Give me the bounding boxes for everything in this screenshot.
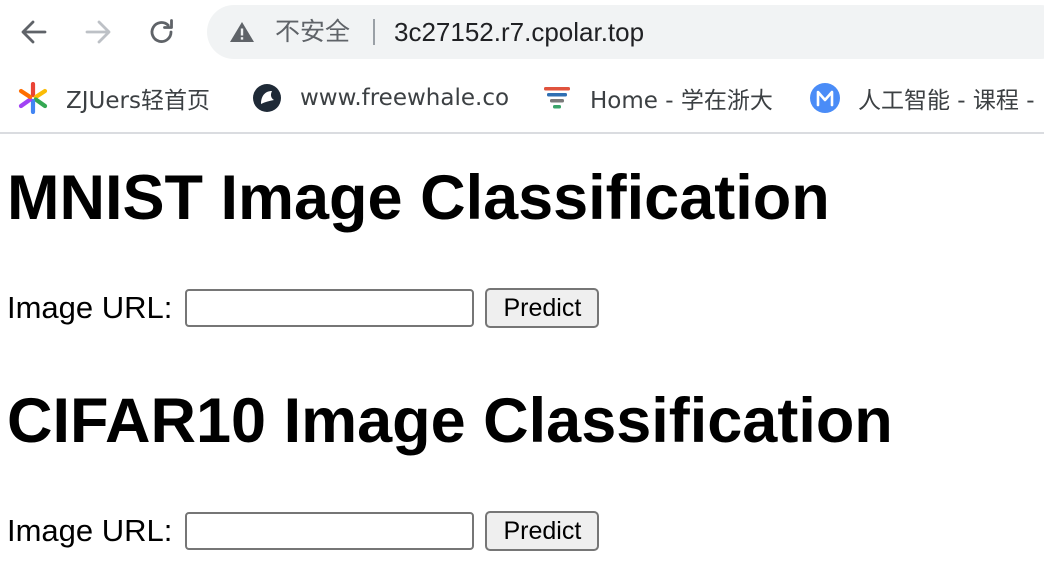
image-url-label: Image URL: (7, 513, 173, 548)
mnist-heading: MNIST Image Classification (7, 163, 830, 233)
arrow-right-icon (85, 20, 111, 44)
reload-button[interactable] (142, 12, 182, 52)
image-url-label: Image URL: (7, 290, 173, 325)
cifar10-image-url-input[interactable] (185, 512, 475, 550)
url-divider (373, 19, 375, 45)
bookmark-label: 人工智能 - 课程 - (858, 88, 1035, 114)
back-button[interactable] (14, 12, 54, 52)
bookmark-zju-home[interactable]: Home - 学在浙大 (540, 80, 773, 116)
bookmark-label: Home - 学在浙大 (590, 88, 773, 114)
bookmark-freewhale[interactable]: www.freewhale.co (250, 80, 509, 116)
page-content: MNIST Image Classification Image URL: Pr… (0, 134, 1044, 570)
forward-button[interactable] (78, 12, 118, 52)
tornado-icon (540, 81, 574, 115)
browser-toolbar: 不安全 3c27152.r7.cpolar.top (0, 0, 1044, 66)
mnist-predict-button[interactable]: Predict (485, 288, 600, 328)
m-badge-icon (808, 81, 842, 115)
reload-icon (150, 19, 173, 43)
cifar10-predict-button[interactable]: Predict (485, 511, 600, 551)
whale-icon (250, 81, 284, 115)
bookmark-zjuers[interactable]: ZJUers轻首页 (16, 80, 210, 116)
warning-icon[interactable] (229, 21, 255, 43)
cifar10-heading: CIFAR10 Image Classification (7, 386, 893, 456)
bookmark-ai-course[interactable]: 人工智能 - 课程 - (808, 80, 1035, 116)
mnist-image-url-input[interactable] (185, 289, 475, 327)
bookmark-label: www.freewhale.co (300, 85, 510, 111)
arrow-left-icon (21, 20, 47, 44)
url-text[interactable]: 3c27152.r7.cpolar.top (394, 17, 644, 47)
bookmark-label: ZJUers轻首页 (66, 88, 210, 114)
address-bar[interactable]: 不安全 3c27152.r7.cpolar.top (207, 5, 1044, 59)
bookmarks-bar: ZJUers轻首页 www.freewhale.co Home - 学在浙大 人… (0, 66, 1044, 134)
mnist-form: Image URL: Predict (7, 286, 600, 330)
cifar10-form: Image URL: Predict (7, 509, 600, 553)
security-status-label[interactable]: 不安全 (275, 17, 350, 47)
pinwheel-icon (16, 81, 50, 115)
